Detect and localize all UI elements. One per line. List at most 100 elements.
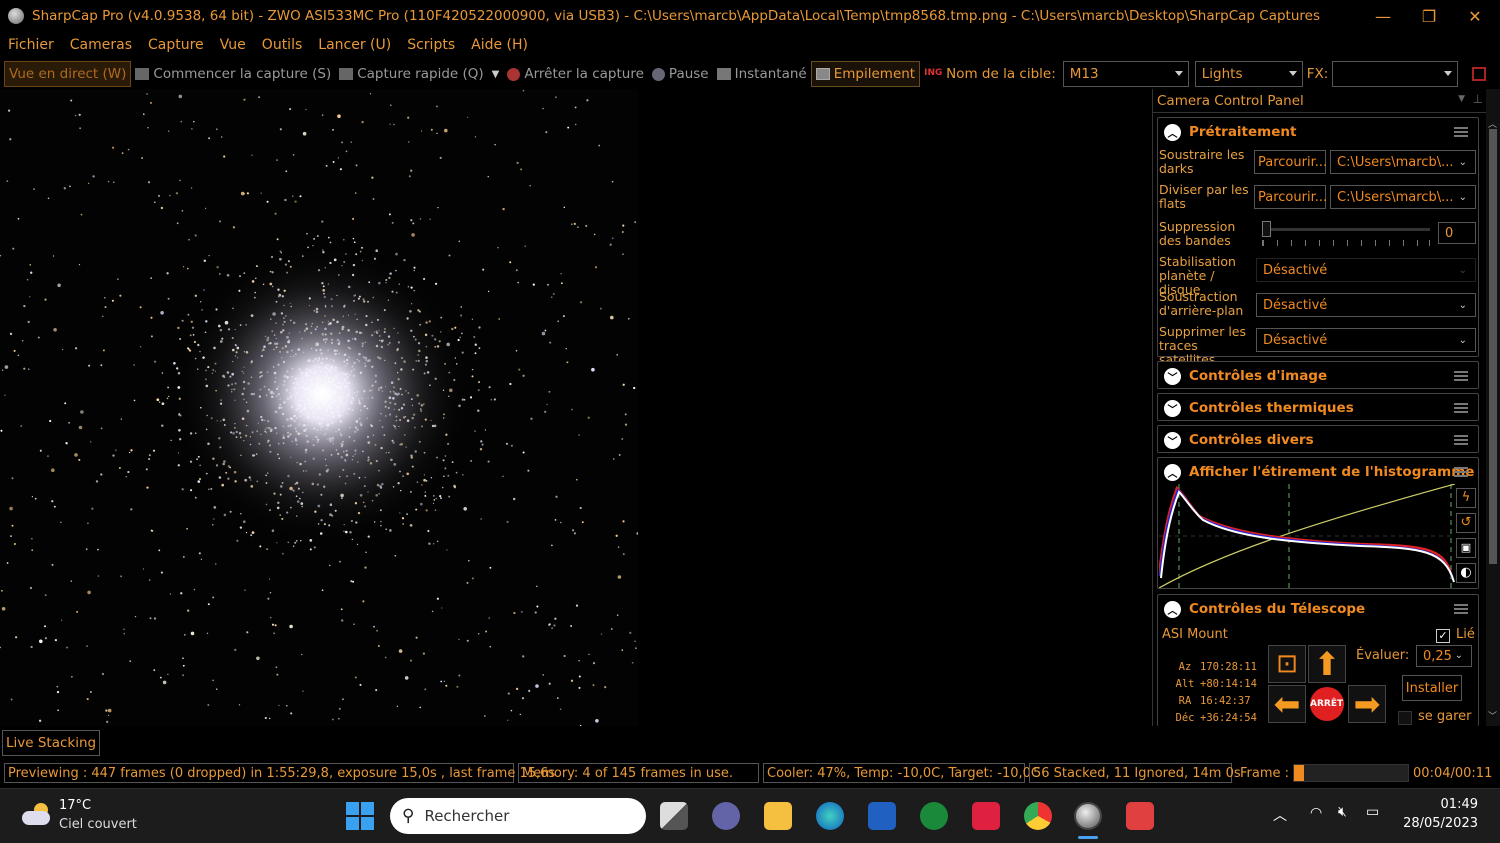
star [610,315,614,320]
menu-icon[interactable] [1454,127,1468,137]
pin-icon[interactable]: ⊥ [1473,92,1483,106]
frame-type-combo[interactable]: Lights [1194,61,1303,87]
menu-capture[interactable]: Capture [140,37,212,53]
histogram-header[interactable]: ︿ Afficher l'étirement de l'histogramme [1158,458,1478,486]
save-icon[interactable]: ▣ [1456,538,1476,558]
park-checkbox[interactable] [1398,711,1412,725]
teams-chat-icon[interactable] [712,802,740,830]
quick-capture-button[interactable]: Capture rapide (Q) [335,61,487,87]
flats-browse-button[interactable]: Parcourir... [1254,185,1327,209]
wifi-icon[interactable]: ◠ [1310,805,1322,821]
target-name-value: M13 [1069,66,1099,82]
darks-browse-button[interactable]: Parcourir... [1254,150,1327,174]
star [119,294,122,297]
menu-outils[interactable]: Outils [254,37,310,53]
contrast-icon[interactable]: ◐ [1456,563,1476,583]
menu-icon[interactable] [1454,403,1468,413]
file-explorer-icon[interactable] [764,802,792,830]
live-stacking-tab[interactable]: Live Stacking [2,730,101,756]
install-button[interactable]: Installer [1402,675,1462,701]
dec-row: Déc +36:24:54 [1170,710,1270,727]
snapshot-button[interactable]: Instantané [713,61,811,87]
cloudy-weather-icon[interactable] [22,803,52,825]
misc-controls-section[interactable]: ﹀ Contrôles divers [1157,425,1479,453]
west-arrow-icon[interactable]: ⬅ [1268,685,1306,723]
microsoft-store-icon[interactable] [868,802,896,830]
maximize-button[interactable]: ❐ [1406,0,1452,32]
volume-muted-icon[interactable]: 🔇︎ [1338,804,1347,820]
lightning-icon[interactable]: ϟ [1456,488,1476,508]
thermal-controls-header[interactable]: ﹀ Contrôles thermiques [1158,394,1478,422]
fx-combo[interactable] [1332,61,1459,87]
cluster-star [423,277,426,281]
rate-dropdown[interactable]: 0,25 ⌄ [1416,645,1472,667]
flats-path-dropdown[interactable]: C:\Users\marcb\... ⌄ [1330,185,1476,209]
menu-lancer[interactable]: Lancer (U) [310,37,399,53]
start-capture-button[interactable]: Commencer la capture (S) [131,61,335,87]
quick-capture-dropdown-icon[interactable]: ▼ [488,61,504,87]
stop-capture-button[interactable]: Arrêter la capture [503,61,648,87]
record-icon[interactable] [1472,67,1487,81]
menu-cameras[interactable]: Cameras [62,37,140,53]
histogram-plot[interactable] [1159,484,1455,588]
scroll-down-icon[interactable]: ﹀ [1488,709,1497,722]
taskbar-search[interactable]: ⚲ Rechercher [390,798,646,834]
stabilization-dropdown[interactable]: Désactivé ⌄ [1256,258,1476,282]
menu-icon[interactable] [1454,467,1468,477]
satellite-dropdown[interactable]: Désactivé ⌄ [1256,328,1476,352]
linked-checkbox[interactable]: ✓ [1436,629,1450,643]
star [542,674,545,676]
thermal-controls-section[interactable]: ﹀ Contrôles thermiques [1157,393,1479,421]
menu-icon[interactable] [1454,371,1468,381]
image-viewer[interactable] [0,89,638,726]
background-subtraction-dropdown[interactable]: Désactivé ⌄ [1256,293,1476,317]
menu-aide[interactable]: Aide (H) [463,37,536,53]
task-view-icon[interactable] [660,802,688,830]
tray-chevron-up-icon[interactable]: ︿ [1273,805,1287,825]
east-arrow-icon[interactable]: ➡ [1348,685,1386,723]
windows-start-icon[interactable] [346,802,374,830]
live-view-button[interactable]: Vue en direct (W) [4,61,132,87]
minimize-button[interactable]: — [1360,0,1406,32]
astro-app-icon[interactable] [972,802,1000,830]
spiral-search-icon[interactable]: ⊡ [1268,645,1306,683]
image-controls-header[interactable]: ﹀ Contrôles d'image [1158,362,1478,390]
telescope-header[interactable]: ︿ Contrôles du Télescope [1158,595,1478,623]
battery-icon[interactable]: ▭ [1366,804,1379,820]
panel-dropdown-icon[interactable]: ▼ [1458,94,1465,104]
banding-slider-track[interactable] [1262,221,1430,237]
menu-icon[interactable] [1454,435,1468,445]
menu-fichier[interactable]: Fichier [0,37,62,53]
menu-vue[interactable]: Vue [212,37,254,53]
menu-icon[interactable] [1454,604,1468,614]
banding-value-input[interactable]: 0 [1438,222,1476,244]
menu-scripts[interactable]: Scripts [399,37,463,53]
pretreatment-header[interactable]: ︿ Prétraitement [1158,118,1478,146]
darks-path-dropdown[interactable]: C:\Users\marcb\... ⌄ [1330,150,1476,174]
north-arrow-icon[interactable]: ⬆ [1308,645,1346,683]
star [85,548,88,551]
star [390,104,392,106]
phd2-guiding-icon[interactable] [920,802,948,830]
close-button[interactable]: ✕ [1452,0,1498,32]
star [443,680,446,682]
chrome-icon[interactable] [1024,802,1052,830]
clock-time[interactable]: 01:49 [1408,797,1478,812]
star [100,427,103,430]
pause-button[interactable]: Pause [648,61,713,87]
scrollbar-thumb[interactable] [1489,129,1497,564]
sharpcap-taskbar-icon[interactable] [1074,802,1102,830]
image-controls-section[interactable]: ﹀ Contrôles d'image [1157,361,1479,389]
anydesk-icon[interactable] [1126,802,1154,830]
star [595,719,599,723]
stacking-button[interactable]: Empilement [810,61,921,87]
target-name-combo[interactable]: M13 [1062,61,1189,87]
clock-date[interactable]: 28/05/2023 [1398,816,1478,831]
cluster-star [481,443,484,446]
reset-icon[interactable]: ↺ [1456,513,1476,533]
edge-browser-icon[interactable] [816,802,844,830]
misc-controls-header[interactable]: ﹀ Contrôles divers [1158,426,1478,454]
banding-slider-thumb[interactable] [1262,221,1271,237]
panel-scrollbar[interactable]: ︿ ﹀ [1486,89,1500,726]
stop-mount-button[interactable]: ARRÊTE [1310,687,1344,721]
